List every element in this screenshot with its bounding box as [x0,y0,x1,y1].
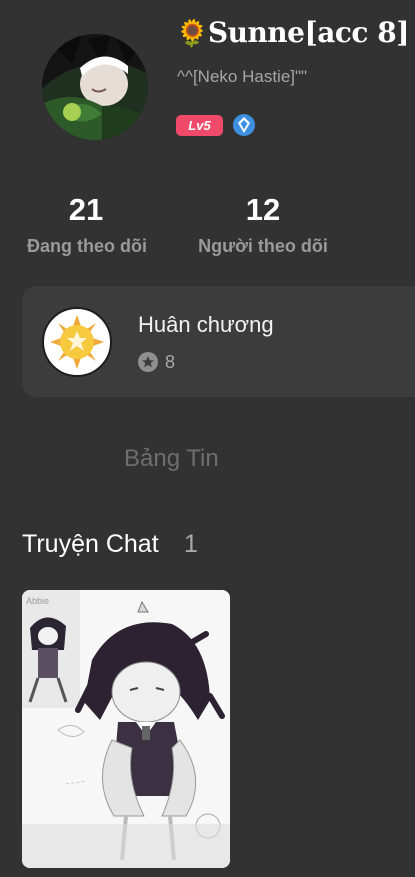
profile-name: 🌻Sunne[acc 8] [176,16,415,49]
chat-thumbnail-image: Abbie ~ ~ ~ ~ [22,590,230,868]
profile-subtitle: ^^[Neko Hastie]"" [177,67,308,86]
sunflower-icon: 🌻 [176,19,208,49]
following-label[interactable]: Đang theo dõi [0,236,177,257]
following-count[interactable]: 21 [21,192,151,228]
blue-shield-icon[interactable] [232,113,256,137]
followers-count[interactable]: 12 [198,192,328,228]
chat-section-count: 1 [184,530,198,558]
tab-feed[interactable]: Bảng Tin [124,445,219,473]
avatar-image [42,34,148,140]
chat-thumbnail[interactable]: Abbie ~ ~ ~ ~ [22,590,230,868]
badges-count: 8 [165,352,176,372]
level-badge[interactable]: Lv5 [176,115,223,136]
badges-title: Huân chương [138,312,274,337]
sun-medal-icon [42,307,112,377]
pill-icon [411,19,415,45]
profile-avatar[interactable] [42,34,148,140]
profile-name-text: Sunne[acc 8] [207,16,410,49]
thumbnail-caption: Abbie [26,596,49,606]
followers-label[interactable]: Người theo dõi [173,236,353,257]
badges-card[interactable]: Huân chương 8 [22,286,415,397]
chat-section-title: Truyện Chat [22,530,159,558]
star-icon [138,352,158,372]
